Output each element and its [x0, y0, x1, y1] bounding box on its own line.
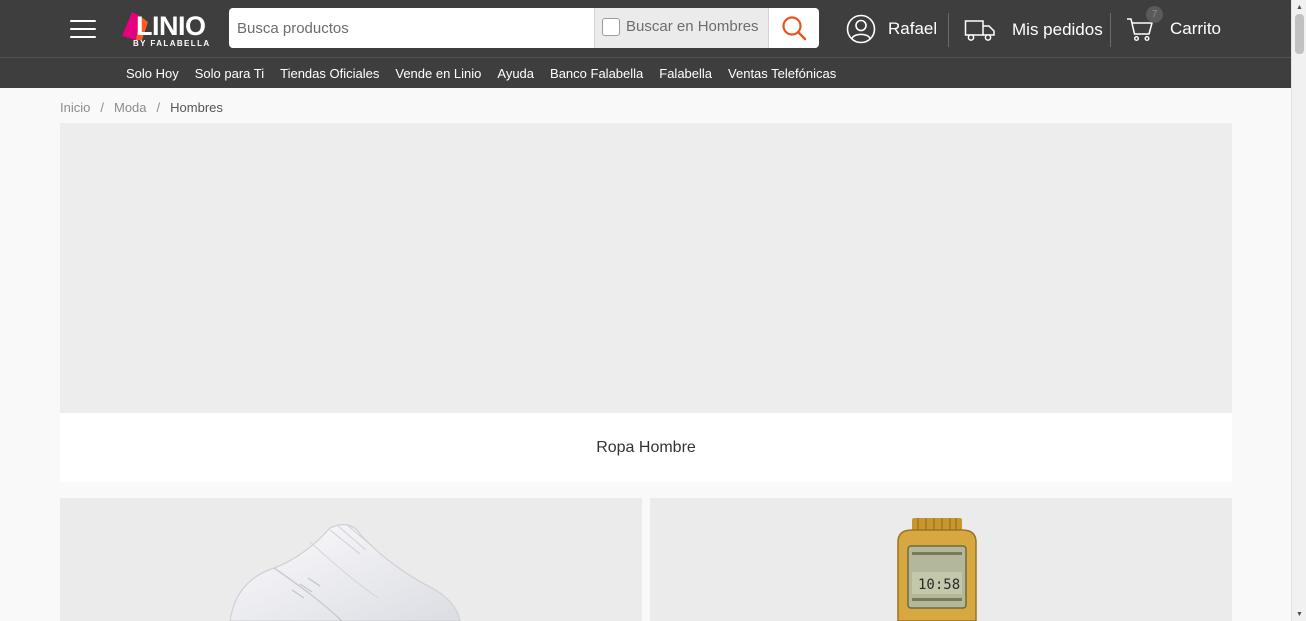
- nav-item-tiendas-oficiales[interactable]: Tiendas Oficiales: [272, 66, 387, 81]
- account-name: Rafael: [888, 19, 938, 38]
- cart-link[interactable]: 7 Carrito: [1126, 6, 1222, 48]
- hero-banner-image[interactable]: [60, 123, 1232, 413]
- header-divider: [948, 13, 949, 47]
- hero-banner-caption[interactable]: Ropa Hombre: [60, 413, 1232, 482]
- breadcrumb-inicio[interactable]: Inicio: [60, 100, 90, 115]
- logo-subtitle: BY FALABELLA: [133, 39, 211, 48]
- search-input[interactable]: [229, 8, 594, 48]
- search-bar: Buscar en Hombres: [229, 8, 819, 48]
- nav-item-solo-hoy[interactable]: Solo Hoy: [118, 66, 187, 81]
- nav-item-falabella[interactable]: Falabella: [651, 66, 720, 81]
- cart-label: Carrito: [1170, 19, 1222, 38]
- scroll-up-icon[interactable]: ▲: [1292, 0, 1306, 14]
- breadcrumb-separator: /: [100, 100, 104, 115]
- logo-wordmark: LINIO: [136, 11, 206, 41]
- scrollbar-thumb[interactable]: [1295, 14, 1304, 54]
- nav-item-ayuda[interactable]: Ayuda: [489, 66, 542, 81]
- nav-item-vende-en-linio[interactable]: Vende en Linio: [387, 66, 489, 81]
- truck-icon: [964, 20, 995, 41]
- page-scrollbar[interactable]: ▲ ▼: [1291, 0, 1306, 621]
- breadcrumb-separator: /: [156, 100, 161, 115]
- sneaker-image: [229, 523, 461, 621]
- svg-text:10:58: 10:58: [918, 577, 960, 593]
- orders-link[interactable]: Mis pedidos: [964, 14, 1103, 46]
- orders-label: Mis pedidos: [1012, 20, 1103, 39]
- search-button[interactable]: [769, 8, 819, 48]
- breadcrumb-moda[interactable]: Moda: [114, 100, 147, 115]
- top-header: LINIO BY FALABELLA Buscar en Hombres Raf…: [0, 0, 1291, 57]
- header-divider: [1110, 13, 1111, 47]
- category-tile-watches[interactable]: 10:58: [650, 498, 1232, 621]
- category-tile-sneakers[interactable]: [60, 498, 642, 621]
- nav-item-banco-falabella[interactable]: Banco Falabella: [542, 66, 651, 81]
- breadcrumb-current: Hombres: [170, 100, 223, 115]
- account-link[interactable]: Rafael: [846, 13, 937, 45]
- breadcrumb: Inicio / Moda / Hombres: [60, 100, 223, 115]
- search-scope-label: Buscar en Hombres: [626, 18, 759, 35]
- gold-watch-image: 10:58: [897, 518, 977, 621]
- search-scope-toggle[interactable]: Buscar en Hombres: [594, 8, 769, 48]
- nav-item-ventas-telefonicas[interactable]: Ventas Telefónicas: [720, 66, 844, 81]
- secondary-nav: Solo Hoy Solo para Ti Tiendas Oficiales …: [0, 57, 1291, 88]
- user-icon: [846, 14, 876, 44]
- search-icon: [782, 16, 807, 41]
- cart-count-badge: 7: [1146, 6, 1163, 23]
- scroll-down-icon[interactable]: ▼: [1292, 607, 1306, 621]
- search-scope-checkbox[interactable]: [602, 18, 620, 36]
- menu-icon[interactable]: [70, 20, 96, 38]
- nav-item-solo-para-ti[interactable]: Solo para Ti: [187, 66, 272, 81]
- linio-logo[interactable]: LINIO BY FALABELLA: [120, 8, 216, 50]
